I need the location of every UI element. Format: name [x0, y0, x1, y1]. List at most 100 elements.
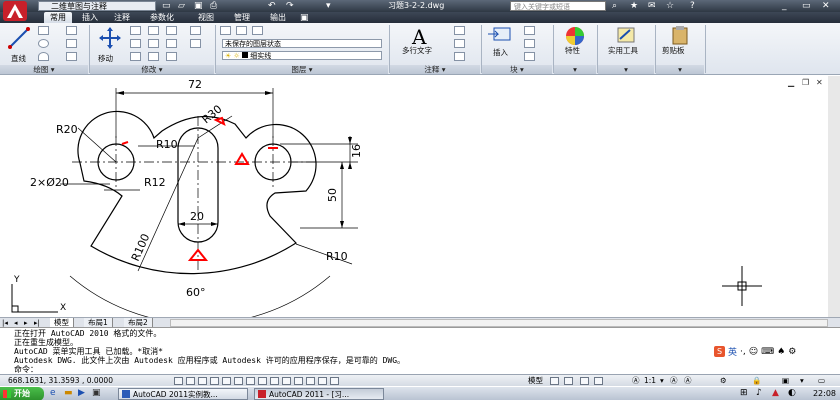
utilities-dropdown[interactable]: ▾ — [598, 65, 654, 74]
maximize-icon[interactable]: ▭ — [802, 0, 811, 12]
edit-block-icon[interactable] — [524, 39, 535, 48]
block-attribute-icon[interactable] — [524, 52, 535, 61]
layer-isolate-icon[interactable] — [252, 26, 263, 35]
3dosnap-toggle[interactable] — [246, 377, 255, 385]
quick-access-dropdown-icon[interactable]: ▾ — [326, 1, 331, 11]
dyn-toggle[interactable] — [282, 377, 291, 385]
rectangle-icon[interactable] — [66, 26, 77, 35]
scale-icon[interactable] — [148, 52, 159, 61]
ellipse-icon[interactable] — [66, 52, 77, 61]
tab-home[interactable]: 常用 — [44, 12, 72, 23]
properties-dropdown[interactable]: ▾ — [554, 65, 596, 74]
minimize-icon[interactable]: _ — [782, 0, 787, 12]
help-icon[interactable]: ? — [690, 0, 695, 12]
help-search-input[interactable]: 键入关键字或短语 — [510, 1, 606, 11]
layers-panel-label[interactable]: 图层 ▾ — [216, 65, 388, 74]
tab-view[interactable]: 视图 — [192, 12, 220, 23]
stretch-icon[interactable] — [130, 52, 141, 61]
clipboard-dropdown[interactable]: ▾ — [656, 65, 704, 74]
polar-toggle[interactable] — [222, 377, 231, 385]
save-icon[interactable]: ▣ — [194, 1, 203, 11]
quick-launch-folder-icon[interactable]: ▬ — [64, 388, 73, 398]
undo-icon[interactable]: ↶ — [268, 1, 276, 11]
utilities-button[interactable]: 实用工具 — [604, 25, 650, 65]
block-panel-label[interactable]: 块 ▾ — [482, 65, 552, 74]
subscription-icon[interactable]: ★ — [630, 0, 638, 12]
polyline-icon[interactable] — [38, 26, 49, 35]
snap-toggle[interactable] — [186, 377, 195, 385]
layer-state-dropdown[interactable]: 未保存的图层状态 — [222, 39, 382, 48]
tray-app-icon[interactable]: ▲ — [772, 388, 779, 398]
taskbar-item-word[interactable]: AutoCAD 2011实例教... — [118, 388, 248, 400]
plot-icon[interactable]: ⎙ — [210, 1, 217, 11]
punctuation-icon[interactable]: ·, — [740, 347, 746, 357]
open-file-icon[interactable]: ▱ — [178, 1, 185, 11]
trim-icon[interactable] — [148, 26, 159, 35]
drawing-canvas[interactable]: ▁ ❐ ✕ 72 R20 R10 R30 2×Ø20 R12 16 50 20 … — [0, 76, 840, 317]
ducs-toggle[interactable] — [270, 377, 279, 385]
rotate-icon[interactable] — [130, 26, 141, 35]
pan-icon[interactable] — [580, 377, 589, 385]
linear-dimension-icon[interactable] — [454, 26, 465, 35]
ime-toolbar[interactable]: S 英 ·, ☺ ⌨ ♠ ⚙ — [714, 345, 796, 358]
table-icon[interactable] — [454, 52, 465, 61]
layer-state-icon[interactable] — [236, 26, 247, 35]
osnap-toggle[interactable] — [234, 377, 243, 385]
search-icon[interactable]: ⌕ — [612, 0, 617, 12]
tab-parametric[interactable]: 参数化 — [142, 12, 182, 23]
vertical-scrollbar[interactable] — [828, 76, 840, 317]
properties-button[interactable]: 特性 — [560, 25, 590, 65]
close-icon[interactable]: ✕ — [822, 0, 830, 12]
application-menu-button[interactable] — [2, 0, 28, 22]
layer-dropdown[interactable]: ☀ ☼ 细实线 — [222, 51, 382, 60]
create-block-icon[interactable] — [524, 26, 535, 35]
copy-icon[interactable] — [130, 39, 141, 48]
erase-icon[interactable] — [166, 26, 177, 35]
modify-panel-label[interactable]: 修改 ▾ — [90, 65, 214, 74]
otrack-toggle[interactable] — [258, 377, 267, 385]
tools-icon[interactable]: ⚙ — [788, 347, 796, 357]
taskbar-item-autocad[interactable]: AutoCAD 2011 - [习... — [254, 388, 384, 400]
start-button[interactable]: 开始 — [0, 387, 44, 400]
circle-icon[interactable] — [38, 39, 49, 48]
tray-volume-icon[interactable]: ♪ — [756, 388, 762, 398]
quick-launch-ie-icon[interactable]: e — [50, 388, 56, 398]
sogou-icon[interactable]: S — [714, 346, 725, 357]
transparency-toggle[interactable] — [306, 377, 315, 385]
redo-icon[interactable]: ↷ — [286, 1, 294, 11]
hatch-icon[interactable] — [66, 39, 77, 48]
tab-output[interactable]: 输出 — [264, 12, 292, 23]
tab-insert[interactable]: 插入 — [76, 12, 104, 23]
quick-launch-desktop-icon[interactable]: ▣ — [92, 388, 101, 398]
line-button[interactable]: 直线 — [4, 25, 34, 63]
multiline-text-button[interactable]: A 多行文字 — [398, 25, 446, 63]
favorites-icon[interactable]: ☆ — [666, 0, 674, 12]
new-file-icon[interactable]: ▭ — [162, 1, 171, 11]
horizontal-scrollbar[interactable] — [170, 319, 828, 327]
grid-toggle[interactable] — [198, 377, 207, 385]
ortho-toggle[interactable] — [210, 377, 219, 385]
tray-status-icon[interactable]: ◐ — [788, 388, 796, 398]
mirror-icon[interactable] — [148, 39, 159, 48]
quick-properties-toggle[interactable] — [318, 377, 327, 385]
quick-launch-media-icon[interactable]: ▶ — [78, 388, 85, 398]
insert-block-button[interactable]: 插入 — [486, 25, 520, 63]
draw-panel-label[interactable]: 绘图 ▾ — [0, 65, 88, 74]
multileader-icon[interactable] — [454, 39, 465, 48]
explode-icon[interactable] — [190, 26, 201, 35]
zoom-icon[interactable] — [594, 377, 603, 385]
tab-annotate[interactable]: 注释 — [108, 12, 136, 23]
offset-icon[interactable] — [190, 39, 201, 48]
workspace-selector[interactable]: 二维草图与注释 — [38, 1, 156, 11]
infer-constraints-toggle[interactable] — [174, 377, 183, 385]
move-button[interactable]: 移动 — [94, 25, 126, 63]
quick-view-layouts-icon[interactable] — [550, 377, 559, 385]
clipboard-button[interactable]: 剪贴板 — [660, 25, 700, 65]
emoji-icon[interactable]: ☺ — [749, 347, 758, 357]
keyboard-icon[interactable]: ⌨ — [761, 347, 774, 357]
fillet-icon[interactable] — [166, 39, 177, 48]
quick-view-drawings-icon[interactable] — [564, 377, 573, 385]
layer-properties-icon[interactable] — [220, 26, 231, 35]
communication-center-icon[interactable]: ✉ — [648, 0, 656, 12]
array-icon[interactable] — [166, 52, 177, 61]
